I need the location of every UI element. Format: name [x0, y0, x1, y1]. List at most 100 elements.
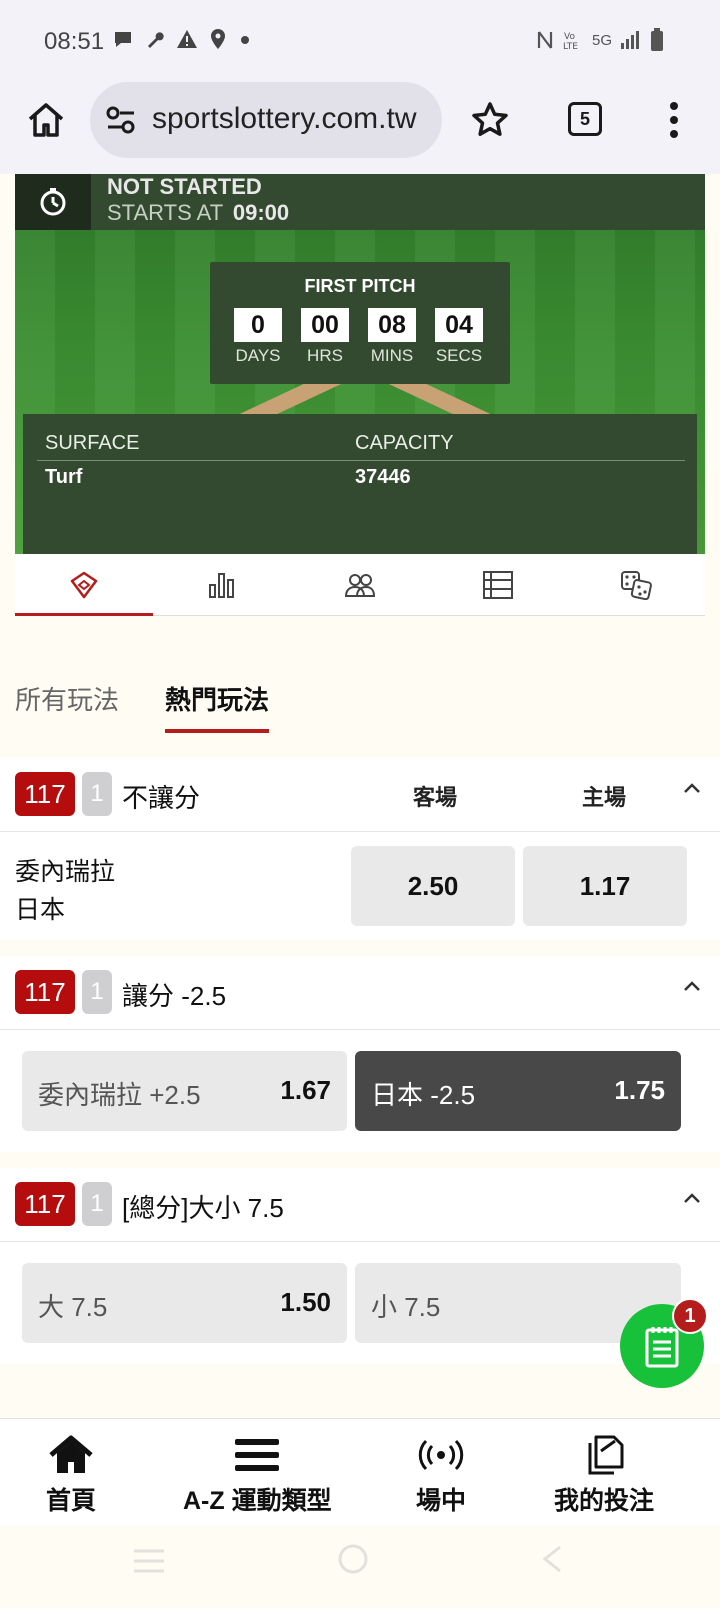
site-settings-icon[interactable] [106, 106, 136, 134]
field-icon [70, 571, 98, 598]
market-header-total[interactable]: 117 1 [總分]大小 7.5 [0, 1168, 720, 1242]
market-period: 1 [82, 1182, 112, 1226]
stopwatch-icon [40, 188, 66, 216]
home-icon [49, 1435, 93, 1473]
back-icon[interactable] [540, 1544, 564, 1574]
odds-button-option-a[interactable]: 委內瑞拉 +2.5 1.67 [22, 1051, 347, 1131]
nav-home-label: 首頁 [46, 1487, 97, 1515]
starts-at: STARTS AT 09:00 [107, 200, 289, 226]
odds-button-over[interactable]: 大 7.5 1.50 [22, 1263, 347, 1343]
market-body-moneyline: 委內瑞拉 日本 2.50 1.17 [0, 832, 720, 940]
stats-icon [209, 572, 234, 598]
countdown-days-value: 0 [234, 308, 282, 342]
nav-my-bets-label: 我的投注 [554, 1487, 655, 1515]
odds-button-away[interactable]: 2.50 [351, 846, 515, 926]
countdown-mins: 08 MINS [368, 308, 416, 366]
nav-my-bets[interactable]: 我的投注 [554, 1435, 654, 1517]
bottom-nav: 首頁 A-Z 運動類型 場中 我的投注 [0, 1418, 720, 1526]
venue-info-panel: SURFACE CAPACITY Turf 37446 [23, 414, 697, 554]
tab-field[interactable] [15, 554, 153, 616]
countdown-secs-label: SECS [435, 346, 483, 365]
countdown-hrs-value: 00 [301, 308, 349, 342]
team-away: 委內瑞拉 [15, 858, 116, 886]
option-odds: 1.75 [614, 1075, 665, 1105]
capacity-label: CAPACITY [355, 432, 454, 454]
svg-text:Vo: Vo [564, 32, 575, 42]
system-nav-bar [0, 1526, 720, 1608]
nav-live[interactable]: 場中 [416, 1435, 466, 1517]
nfc-icon [537, 31, 553, 49]
starts-at-time: 09:00 [232, 200, 290, 225]
market-header-handicap[interactable]: 117 1 讓分 -2.5 [0, 956, 720, 1030]
starts-at-label: STARTS AT [107, 200, 223, 225]
option-label: 委內瑞拉 +2.5 [38, 1080, 201, 1110]
countdown-days-label: DAYS [235, 346, 281, 365]
svg-text:LTE: LTE [563, 42, 578, 51]
capacity-value: 37446 [355, 466, 411, 488]
countdown-hrs: 00 HRS [301, 308, 349, 366]
market-filter-tabs: 所有玩法 熱門玩法 [15, 680, 270, 733]
browser-home-icon[interactable] [26, 100, 66, 140]
tab-lineup[interactable] [291, 554, 429, 615]
countdown-secs: 04 SECS [435, 308, 483, 366]
url-text[interactable]: sportslottery.com.tw [152, 102, 417, 136]
bookmark-star-icon[interactable] [470, 100, 510, 140]
chat-icon [115, 32, 131, 47]
market-title: [總分]大小 7.5 [122, 1193, 284, 1223]
market-header-moneyline[interactable]: 117 1 不讓分 客場 主場 [0, 758, 720, 832]
signal-icon [621, 31, 639, 49]
dot-icon [241, 36, 249, 44]
market-code: 117 [15, 970, 75, 1014]
option-label: 日本 -2.5 [371, 1080, 476, 1110]
more-vert-icon[interactable] [668, 100, 680, 140]
recent-apps-icon[interactable] [132, 1548, 166, 1574]
market-title: 不讓分 [122, 783, 201, 813]
countdown-title: FIRST PITCH [304, 276, 416, 296]
browser-toolbar: sportslottery.com.tw 5 [0, 82, 720, 174]
nav-sports-az[interactable]: A-Z 運動類型 [183, 1435, 332, 1517]
column-away: 客場 [413, 785, 458, 810]
surface-label: SURFACE [45, 432, 140, 454]
market-period: 1 [82, 772, 112, 816]
tab-stats[interactable] [153, 554, 291, 615]
tab-popular-markets[interactable]: 熱門玩法 [165, 680, 270, 733]
url-bar[interactable]: sportslottery.com.tw [90, 82, 442, 158]
betslip-count-badge: 1 [672, 1298, 708, 1334]
clock-icon-box [15, 174, 91, 230]
tab-all-markets[interactable]: 所有玩法 [15, 680, 119, 733]
option-label: 小 7.5 [371, 1292, 441, 1322]
table-icon [483, 570, 513, 599]
mybets-icon [588, 1435, 624, 1475]
match-status-bar: NOT STARTED STARTS AT 09:00 [15, 174, 705, 230]
tab-table[interactable] [429, 554, 567, 615]
network-type: 5G [591, 31, 612, 49]
match-hero: NOT STARTED STARTS AT 09:00 FIRST PITCH … [15, 174, 705, 554]
odds-button-home[interactable]: 1.17 [523, 846, 687, 926]
nav-home[interactable]: 首頁 [46, 1435, 96, 1517]
match-info-tabs [15, 554, 705, 616]
betslip-icon [645, 1327, 679, 1368]
volte-icon: VoLTE [563, 32, 578, 51]
option-label: 大 7.5 [38, 1292, 108, 1322]
status-bar: 08:51 Vo LTE 5G [0, 0, 720, 82]
countdown-hrs-label: HRS [307, 346, 343, 365]
status-icons-left [112, 28, 252, 50]
chevron-up-icon[interactable] [683, 980, 701, 992]
status-time: 08:51 [44, 28, 105, 55]
team-home: 日本 [15, 896, 66, 924]
venue-divider [37, 460, 685, 461]
tab-dice[interactable] [567, 554, 705, 615]
live-icon [418, 1439, 464, 1471]
home-button-icon[interactable] [336, 1542, 370, 1576]
chevron-up-icon[interactable] [683, 1192, 701, 1204]
chevron-up-icon[interactable] [683, 782, 701, 794]
wrench-icon [148, 32, 164, 48]
warning-icon [177, 30, 197, 48]
tab-switcher-button[interactable]: 5 [568, 102, 602, 136]
lineup-icon [344, 573, 376, 597]
odds-button-option-b[interactable]: 日本 -2.5 1.75 [355, 1051, 681, 1131]
countdown-days: 0 DAYS [234, 308, 282, 366]
menu-icon [235, 1439, 280, 1471]
location-icon [211, 29, 225, 49]
option-odds: 1.50 [280, 1287, 331, 1317]
